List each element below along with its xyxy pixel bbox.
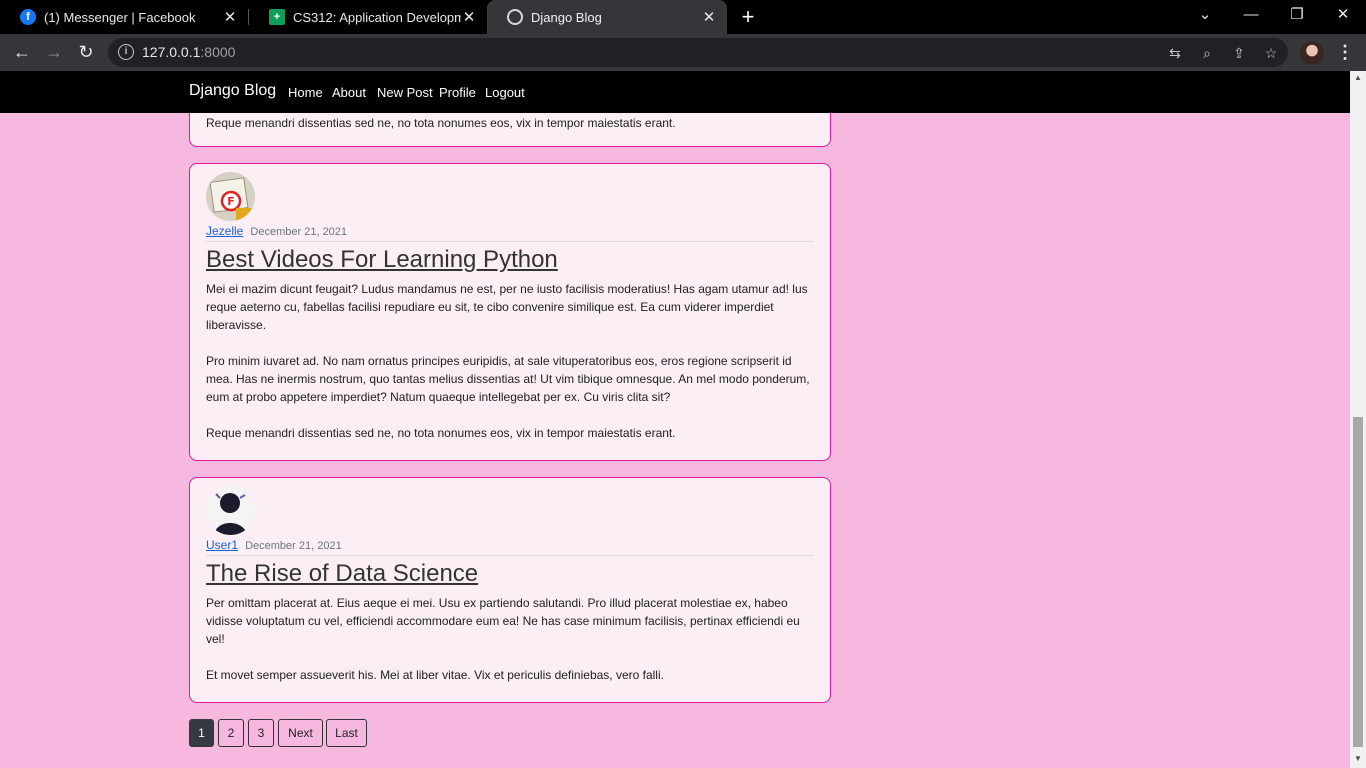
forward-icon[interactable]: → — [42, 40, 66, 64]
nav-profile[interactable]: Profile — [439, 85, 476, 100]
post-title-link[interactable]: The Rise of Data Science — [206, 560, 478, 588]
tab-messenger[interactable]: f (1) Messenger | Facebook ✕ — [0, 0, 248, 34]
profile-avatar[interactable] — [1300, 41, 1324, 65]
tab-search-chevron-icon[interactable]: ⌄ — [1182, 0, 1228, 34]
scroll-up-arrow-icon[interactable]: ▲ — [1350, 73, 1366, 85]
restore-icon[interactable]: ❐ — [1274, 0, 1320, 34]
page-button-3[interactable]: 3 — [248, 719, 274, 747]
minimize-icon[interactable]: — — [1228, 0, 1274, 34]
post-paragraph: Mei ei mazim dicunt feugait? Ludus manda… — [206, 282, 808, 332]
post-card: User1 December 21, 2021 The Rise of Data… — [189, 477, 831, 703]
close-tab-icon[interactable]: ✕ — [222, 8, 238, 26]
svg-text:F: F — [227, 195, 235, 208]
tab-title: CS312: Application Development — [293, 9, 461, 25]
back-icon[interactable]: ← — [10, 40, 34, 64]
site-brand-link[interactable]: Django Blog — [189, 82, 276, 100]
url-port: :8000 — [200, 44, 236, 60]
tab-cs312[interactable]: + CS312: Application Development ✕ — [249, 0, 487, 34]
zoom-icon[interactable]: ⌕ — [1197, 43, 1217, 63]
next-page-button[interactable]: Next — [278, 719, 323, 747]
page-viewport: Reque menandri dissentias sed ne, no tot… — [0, 71, 1350, 768]
report-card-icon: F — [206, 172, 255, 221]
page-scrollbar[interactable]: ▲ ▼ — [1350, 71, 1366, 768]
post-paragraph: Et movet semper assueverit his. Mei at l… — [206, 668, 664, 682]
close-window-icon[interactable]: ✕ — [1320, 0, 1366, 34]
user-silhouette-icon — [206, 486, 255, 535]
reload-icon[interactable]: ↻ — [74, 40, 98, 64]
url-host: 127.0.0.1 — [142, 44, 201, 60]
bookmark-star-icon[interactable]: ☆ — [1261, 43, 1281, 63]
author-avatar: F — [206, 172, 255, 221]
nav-logout[interactable]: Logout — [485, 85, 525, 100]
tab-title: (1) Messenger | Facebook — [44, 9, 196, 25]
share-icon[interactable]: ⇪ — [1229, 43, 1249, 63]
browser-tab-bar: f (1) Messenger | Facebook ✕ + CS312: Ap… — [0, 0, 1366, 34]
nav-home[interactable]: Home — [288, 85, 323, 100]
close-tab-icon[interactable]: ✕ — [701, 8, 717, 26]
tab-django-blog[interactable]: Django Blog ✕ — [487, 0, 727, 34]
globe-icon — [507, 9, 523, 25]
author-link[interactable]: User1 — [206, 538, 238, 552]
page-button-2[interactable]: 2 — [218, 719, 244, 747]
post-meta: User1 December 21, 2021 — [206, 538, 342, 552]
post-title-link[interactable]: Best Videos For Learning Python — [206, 246, 558, 274]
post-paragraph: Reque menandri dissentias sed ne, no tot… — [206, 116, 676, 130]
site-navbar: Django Blog Home About New Post Profile … — [0, 71, 1350, 113]
divider — [206, 241, 814, 242]
new-tab-button[interactable]: + — [737, 4, 759, 30]
post-paragraph: Reque menandri dissentias sed ne, no tot… — [206, 426, 676, 440]
google-sheets-icon: + — [269, 9, 285, 25]
close-tab-icon[interactable]: ✕ — [461, 8, 477, 26]
nav-new-post[interactable]: New Post — [377, 85, 433, 100]
translate-icon[interactable]: ⇆ — [1165, 43, 1185, 63]
nav-about[interactable]: About — [332, 85, 366, 100]
address-bar[interactable]: i 127.0.0.1:8000 ⇆ ⌕ ⇪ ☆ — [108, 38, 1288, 67]
last-page-button[interactable]: Last — [326, 719, 367, 747]
site-info-icon[interactable]: i — [118, 44, 134, 60]
tab-title: Django Blog — [531, 9, 602, 25]
post-paragraph: Per omittam placerat at. Eius aeque ei m… — [206, 596, 800, 646]
scroll-down-arrow-icon[interactable]: ▼ — [1350, 754, 1366, 766]
post-date: December 21, 2021 — [250, 226, 348, 238]
author-link[interactable]: Jezelle — [206, 224, 243, 238]
author-avatar — [206, 486, 255, 535]
url-text: 127.0.0.1:8000 — [142, 44, 235, 60]
page-button-1[interactable]: 1 — [189, 719, 214, 747]
browser-menu-icon[interactable]: ⋮ — [1336, 40, 1354, 64]
divider — [206, 555, 814, 556]
post-meta: Jezelle December 21, 2021 — [206, 224, 347, 238]
post-card: F Jezelle December 21, 2021 Best Videos … — [189, 163, 831, 461]
scrollbar-thumb[interactable] — [1353, 417, 1363, 747]
post-paragraph: Pro minim iuvaret ad. No nam ornatus pri… — [206, 354, 810, 404]
post-date: December 21, 2021 — [245, 540, 342, 552]
facebook-icon: f — [20, 9, 36, 25]
browser-toolbar: ← → ↻ i 127.0.0.1:8000 ⇆ ⌕ ⇪ ☆ ⋮ — [0, 34, 1366, 71]
